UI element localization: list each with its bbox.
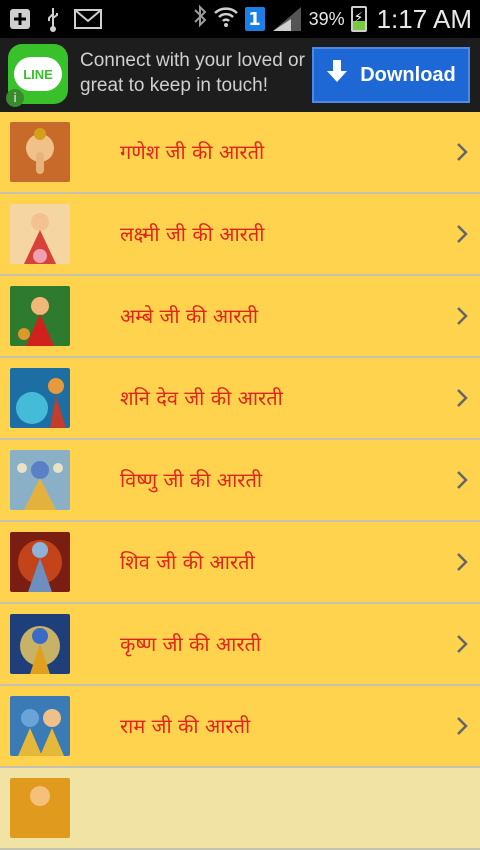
clock: 1:17 AM xyxy=(376,3,472,34)
wifi-icon xyxy=(213,4,239,35)
lakshmi-thumbnail xyxy=(10,204,70,264)
list-item-krishna[interactable]: कृष्ण जी की आरती xyxy=(0,604,480,686)
battery-percentage: 39% xyxy=(308,8,345,29)
shani-thumbnail xyxy=(10,368,70,428)
app-name: LINE xyxy=(14,57,62,91)
list-item-label: कृष्ण जी की आरती xyxy=(120,632,262,656)
ad-text-line2: great to keep in touch! xyxy=(80,75,269,96)
bluetooth-icon xyxy=(193,4,207,35)
download-button[interactable]: Download xyxy=(312,47,470,103)
chevron-right-icon xyxy=(454,469,470,491)
list-item-label: लक्ष्मी जी की आरती xyxy=(120,222,265,246)
list-item-label: राम जी की आरती xyxy=(120,714,251,738)
mail-icon xyxy=(74,9,102,36)
chevron-right-icon xyxy=(454,715,470,737)
krishna-thumbnail xyxy=(10,614,70,674)
chevron-right-icon xyxy=(454,633,470,655)
status-bar: 1 39% ⚡ 1:17 AM xyxy=(0,0,480,38)
chevron-right-icon xyxy=(454,305,470,327)
ad-text: Connect with your loved or great to keep… xyxy=(80,48,312,98)
usb-icon xyxy=(46,6,60,39)
ganesh-thumbnail xyxy=(10,122,70,182)
chevron-right-icon xyxy=(454,551,470,573)
download-arrow-icon xyxy=(326,59,348,91)
list-item-label: शनि देव जी की आरती xyxy=(120,386,283,410)
signal-icon xyxy=(271,5,303,33)
ambe-thumbnail xyxy=(10,286,70,346)
download-label: Download xyxy=(360,63,456,86)
add-icon xyxy=(8,7,32,38)
ad-text-line1: Connect with your loved or xyxy=(80,50,305,71)
list-item-ganesh[interactable]: गणेश जी की आरती xyxy=(0,112,480,194)
list-item-label: शिव जी की आरती xyxy=(120,550,255,574)
list-item-ambe[interactable]: अम्बे जी की आरती xyxy=(0,276,480,358)
list-item-label: विष्णु जी की आरती xyxy=(120,468,263,492)
list-item-ram[interactable]: राम जी की आरती xyxy=(0,686,480,768)
list-item-lakshmi[interactable]: लक्ष्मी जी की आरती xyxy=(0,194,480,276)
partial-thumbnail xyxy=(10,778,70,838)
ad-banner[interactable]: LINE i Connect with your loved or great … xyxy=(0,38,480,112)
list-item-partial[interactable] xyxy=(0,768,480,850)
list-item-label: अम्बे जी की आरती xyxy=(120,304,259,328)
aarti-list: गणेश जी की आरती लक्ष्मी जी की आरती अम्बे… xyxy=(0,112,480,850)
battery-icon: ⚡ xyxy=(350,6,367,32)
shiv-thumbnail xyxy=(10,532,70,592)
notification-badge: 1 xyxy=(244,7,265,31)
chevron-right-icon xyxy=(454,141,470,163)
chevron-right-icon xyxy=(454,387,470,409)
info-icon[interactable]: i xyxy=(6,89,24,107)
list-item-shiv[interactable]: शिव जी की आरती xyxy=(0,522,480,604)
list-item-shani[interactable]: शनि देव जी की आरती xyxy=(0,358,480,440)
ram-thumbnail xyxy=(10,696,70,756)
vishnu-thumbnail xyxy=(10,450,70,510)
list-item-label: गणेश जी की आरती xyxy=(120,140,265,164)
list-item-vishnu[interactable]: विष्णु जी की आरती xyxy=(0,440,480,522)
chevron-right-icon xyxy=(454,223,470,245)
